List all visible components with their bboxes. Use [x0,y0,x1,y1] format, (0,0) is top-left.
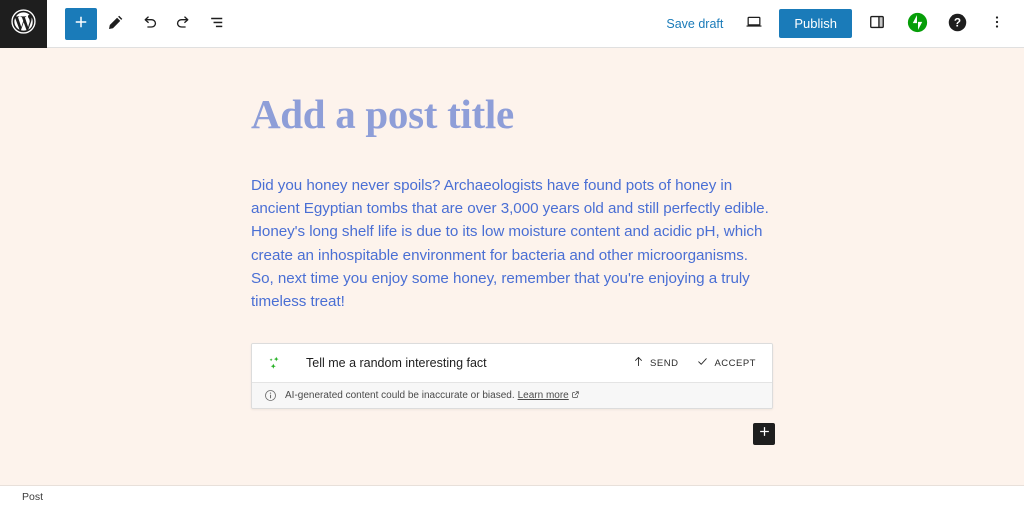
svg-text:?: ? [953,15,960,29]
jetpack-button[interactable] [902,9,932,39]
ai-disclaimer-row: AI-generated content could be inaccurate… [252,382,772,408]
toolbar-right-group: Save draft Publish ? [660,9,1024,39]
ellipsis-vertical-icon [988,13,1006,34]
ai-sparkle-icon [264,353,284,373]
ai-accept-label: ACCEPT [714,357,756,369]
post-paragraph-block[interactable]: Did you honey never spoils? Archaeologis… [251,174,773,313]
learn-more-link[interactable]: Learn more [518,390,569,401]
undo-button[interactable] [133,8,165,40]
external-link-icon [571,390,580,402]
undo-arrow-icon [140,13,159,35]
laptop-preview-icon [744,12,764,35]
more-options-button[interactable] [982,9,1012,39]
wordpress-logo-button[interactable] [0,0,47,48]
tools-edit-button[interactable] [99,8,131,40]
ai-disclaimer-text: AI-generated content could be inaccurate… [285,390,515,401]
wordpress-logo-icon [11,8,36,39]
ai-accept-button[interactable]: ACCEPT [690,351,762,375]
checkmark-icon [696,355,709,371]
ai-prompt-input-row: SEND ACCEPT [252,344,772,382]
preview-button[interactable] [739,9,769,39]
help-button[interactable]: ? [942,9,972,39]
add-block-button[interactable] [65,7,97,40]
redo-arrow-icon [174,13,193,35]
wordpress-block-editor: Save draft Publish ? Add a post title Di… [0,0,1024,507]
plus-icon [757,424,772,444]
sidebar-panel-icon [867,12,887,35]
toolbar-left-group [65,7,233,40]
ai-assistant-prompt-box: SEND ACCEPT [251,343,773,409]
inline-block-inserter-button[interactable] [753,423,775,445]
ai-send-button[interactable]: SEND [626,351,684,375]
list-view-icon [208,13,227,35]
post-title-placeholder[interactable]: Add a post title [251,91,773,138]
plus-icon [72,13,90,34]
redo-button[interactable] [167,8,199,40]
info-circle-icon [264,389,277,402]
document-overview-button[interactable] [201,8,233,40]
editor-top-toolbar: Save draft Publish ? [0,0,1024,48]
editor-canvas: Add a post title Did you honey never spo… [0,48,1024,485]
help-question-icon: ? [947,12,968,36]
post-content-area: Add a post title Did you honey never spo… [251,91,773,313]
pencil-icon [106,13,125,35]
ai-send-label: SEND [650,357,679,369]
arrow-up-icon [632,355,645,371]
publish-button[interactable]: Publish [779,9,852,38]
jetpack-logo-icon [907,12,928,36]
save-draft-button[interactable]: Save draft [660,11,729,37]
editor-footer-breadcrumb-bar: Post [0,485,1024,507]
ai-prompt-input[interactable] [306,356,621,370]
settings-sidebar-toggle[interactable] [862,9,892,39]
breadcrumb-post[interactable]: Post [22,491,43,503]
